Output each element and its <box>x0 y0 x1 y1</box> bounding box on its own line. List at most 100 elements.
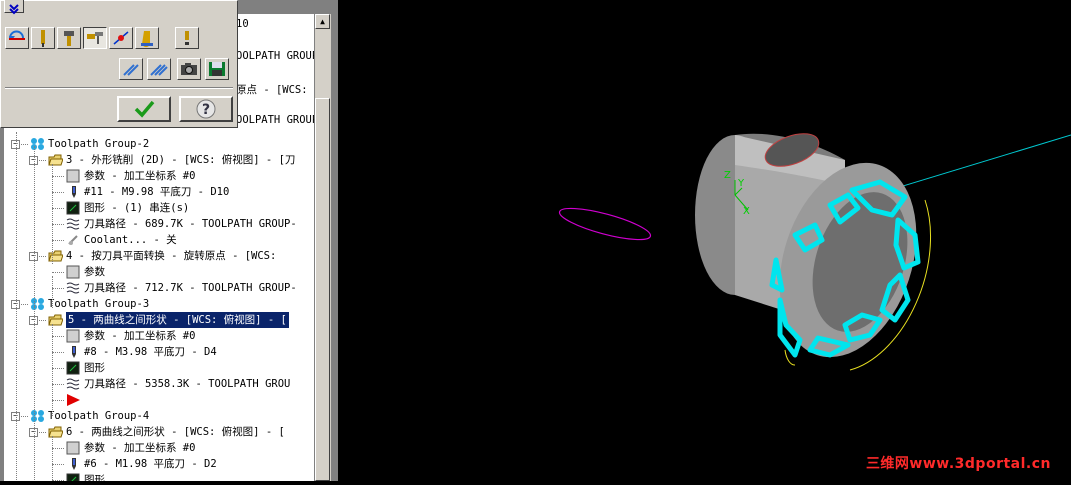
parameters-icon <box>66 441 81 455</box>
tree-connector <box>52 208 64 209</box>
row-text-partial: OOLPATH GROUP- <box>236 114 314 126</box>
toolpath-group-row[interactable]: − Toolpath Group-2 <box>4 136 314 152</box>
tree-connector <box>52 324 53 416</box>
tree-connector <box>52 224 64 225</box>
tree-item-row[interactable]: #8 - M3.98 平底刀 - D4 <box>4 344 314 360</box>
tree-connector <box>52 436 53 481</box>
lock-icon[interactable] <box>119 58 143 80</box>
toolpath-icon <box>66 281 81 295</box>
dropdown-icon[interactable] <box>4 0 24 15</box>
regen-icon[interactable] <box>5 27 29 49</box>
ok-button[interactable] <box>117 96 171 122</box>
checkmark-icon <box>134 100 155 118</box>
tree-item-label: 3 - 外形铣削 (2D) - [WCS: 俯视图] - [刀 <box>66 154 296 166</box>
tree-connector <box>34 306 35 481</box>
coolant-icon <box>66 233 81 247</box>
tree-item-label: 图形 <box>84 362 105 374</box>
tree-item-row[interactable] <box>4 392 314 408</box>
operations-manager-panel: 10OOLPATH GROUP-原点 - [WCS:OOLPATH GROUP-… <box>0 0 338 481</box>
tree-item-label: 参数 - 加工坐标系 #0 <box>84 170 196 182</box>
tree-scrollbar[interactable]: ▲ <box>314 14 331 481</box>
axis-x-label: X <box>743 206 750 217</box>
tree-connector <box>16 132 17 481</box>
tree-connector <box>52 192 64 193</box>
tree-item-label: 参数 - 加工坐标系 #0 <box>84 330 196 342</box>
svg-text:?: ? <box>202 102 210 118</box>
folder-icon <box>48 153 64 167</box>
toolpath-toolbar: ? <box>0 0 238 128</box>
tree-connector <box>52 352 64 353</box>
toolpath-group-row[interactable]: − Toolpath Group-4 <box>4 408 314 424</box>
tree-item-label: 5 - 两曲线之间形状 - [WCS: 俯视图] - [ <box>66 312 289 328</box>
verify-icon[interactable] <box>135 27 159 49</box>
graphics-viewport[interactable]: Z Y X 三维网www.3dportal.cn <box>338 0 1071 481</box>
parameters-icon <box>66 329 81 343</box>
toolpath-group-row[interactable]: − Toolpath Group-3 <box>4 296 314 312</box>
tool-icon <box>66 185 81 199</box>
geometry-icon <box>66 473 81 481</box>
tree-connector <box>52 336 64 337</box>
operation-row[interactable]: −5 - 两曲线之间形状 - [WCS: 俯视图] - [ <box>4 312 314 328</box>
operation-row[interactable]: −6 - 两曲线之间形状 - [WCS: 俯视图] - [ <box>4 424 314 440</box>
watermark: 三维网www.3dportal.cn <box>865 456 1051 472</box>
toolpath-select-icon[interactable] <box>83 27 107 49</box>
tree-item-row[interactable]: #11 - M9.98 平底刀 - D10 <box>4 184 314 200</box>
tree-item-row[interactable]: 刀具路径 - 5358.3K - TOOLPATH GROU <box>4 376 314 392</box>
geometry-icon <box>66 201 81 215</box>
operation-row[interactable]: −3 - 外形铣削 (2D) - [WCS: 俯视图] - [刀 <box>4 152 314 168</box>
post-icon[interactable] <box>147 58 171 80</box>
tool-icon <box>66 457 81 471</box>
insert-arrow-icon <box>66 393 81 407</box>
backplot-icon[interactable] <box>109 27 133 49</box>
tree-item-row[interactable]: Coolant... - 关 <box>4 232 314 248</box>
tree-item-row[interactable]: 参数 <box>4 264 314 280</box>
tree-item-row[interactable]: 刀具路径 - 689.7K - TOOLPATH GROUP- <box>4 216 314 232</box>
help-button[interactable]: ? <box>179 96 233 122</box>
toolpath-group-icon <box>30 409 45 423</box>
tree-item-row[interactable]: #6 - M1.98 平底刀 - D2 <box>4 456 314 472</box>
tool-icon <box>66 345 81 359</box>
tree-item-label: Toolpath Group-2 <box>48 138 150 150</box>
tree-connector <box>52 464 64 465</box>
operation-row[interactable]: −4 - 按刀具平面转换 - 旋转原点 - [WCS: <box>4 248 314 264</box>
folder-icon <box>48 249 64 263</box>
tree-connector <box>34 146 35 306</box>
tree-item-row[interactable]: 图形 - (1) 串连(s) <box>4 200 314 216</box>
tree-item-row[interactable]: 参数 - 加工坐标系 #0 <box>4 168 314 184</box>
toolbar-separator <box>5 87 233 89</box>
tree-item-row[interactable]: 参数 - 加工坐标系 #0 <box>4 440 314 456</box>
tree-item-row[interactable]: 刀具路径 - 712.7K - TOOLPATH GROUP- <box>4 280 314 296</box>
tree-connector <box>52 400 64 401</box>
camera-icon[interactable] <box>177 58 201 80</box>
tree-item-row[interactable]: 图形 <box>4 360 314 376</box>
tree-item-label: #8 - M3.98 平底刀 - D4 <box>84 346 217 358</box>
save-icon[interactable] <box>205 58 229 80</box>
folder-icon <box>48 425 64 439</box>
parameters-icon <box>66 265 81 279</box>
tree-connector <box>52 240 64 241</box>
tree-item-row[interactable]: 图形 <box>4 472 314 481</box>
tree-item-row[interactable]: 参数 - 加工坐标系 #0 <box>4 328 314 344</box>
scroll-up-arrow[interactable]: ▲ <box>315 14 330 29</box>
tree-connector <box>52 276 53 308</box>
geometry-icon <box>66 361 81 375</box>
axis-z-label: Z <box>724 170 731 181</box>
tree-item-label: #11 - M9.98 平底刀 - D10 <box>84 186 230 198</box>
toolpath-group-icon <box>30 137 45 151</box>
tool-pin-icon[interactable] <box>57 27 81 49</box>
tree-item-label: 参数 - 加工坐标系 #0 <box>84 442 196 454</box>
tree-connector <box>52 176 64 177</box>
tree-item-label: #6 - M1.98 平底刀 - D2 <box>84 458 217 470</box>
tree-item-label: 6 - 两曲线之间形状 - [WCS: 俯视图] - [ <box>66 426 285 438</box>
tree-item-label: Coolant... - 关 <box>84 234 177 246</box>
tree-item-label: 刀具路径 - 5358.3K - TOOLPATH GROU <box>84 378 291 390</box>
row-text-partial: 原点 - [WCS: <box>236 84 308 96</box>
axis-y-label: Y <box>737 178 745 189</box>
tree-item-label: 图形 <box>84 474 105 481</box>
question-icon: ? <box>196 99 216 119</box>
tree-connector <box>52 448 64 449</box>
scroll-thumb[interactable] <box>315 98 330 481</box>
exclamation-icon[interactable] <box>175 27 199 49</box>
toolpath-group-icon <box>30 297 45 311</box>
tool-manager-icon[interactable] <box>31 27 55 49</box>
